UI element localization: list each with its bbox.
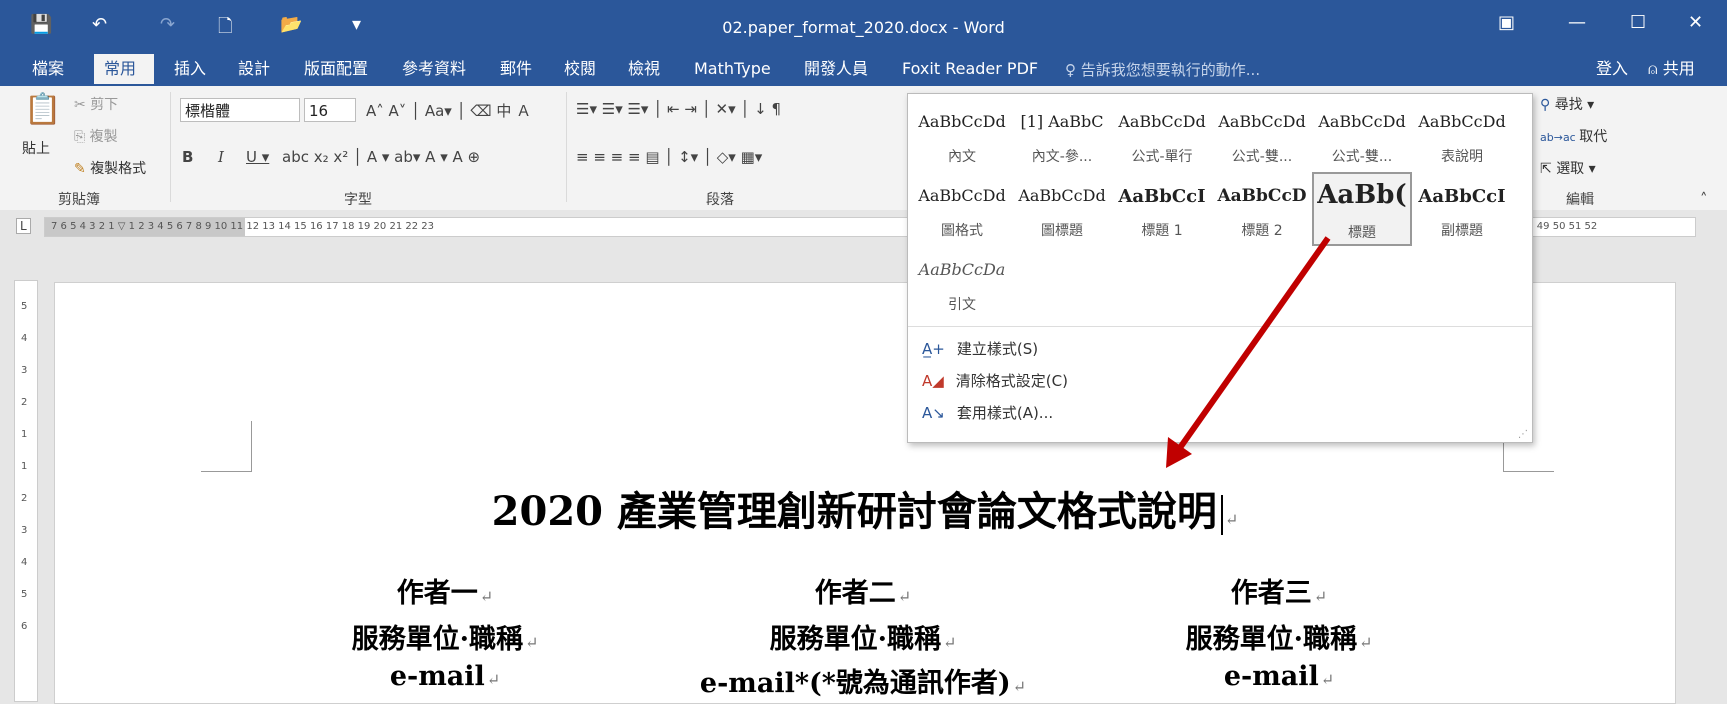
arrow-shaft xyxy=(1174,236,1331,454)
arrow-head xyxy=(1166,437,1192,468)
annotation-arrow xyxy=(1166,236,1331,468)
